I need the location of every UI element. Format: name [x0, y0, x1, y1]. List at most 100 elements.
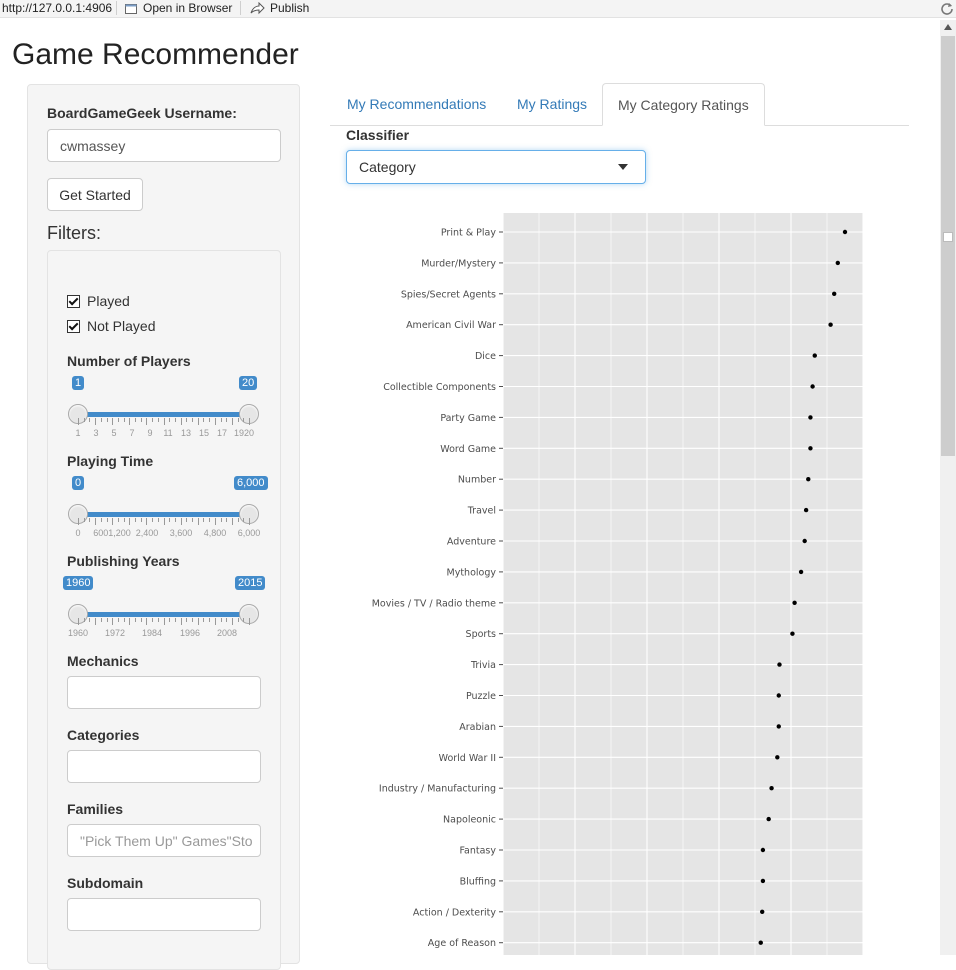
publishing-years-slider[interactable]: 1960 2015 1960 1972 1984 1996 2008 — [63, 576, 267, 656]
slider-tick — [203, 618, 205, 622]
slider-range-bar — [78, 512, 249, 517]
slider-tick — [95, 418, 97, 425]
slider-tick — [140, 618, 142, 622]
mechanics-label: Mechanics — [67, 653, 139, 669]
slider-tick — [169, 618, 171, 622]
mechanics-input[interactable] — [67, 676, 261, 709]
category-label: American Civil War — [406, 320, 496, 331]
category-label: Movies / TV / Radio theme — [372, 598, 496, 609]
rating-point — [760, 909, 765, 914]
tab-my-recommendations[interactable]: My Recommendations — [332, 83, 501, 124]
rating-point — [790, 631, 795, 636]
slider-tick-label: 6001,200 — [93, 528, 131, 538]
slider-tick — [203, 518, 205, 522]
slider-tick — [209, 518, 211, 522]
page-scrollbar[interactable] — [940, 20, 956, 955]
slider-tick — [186, 518, 188, 522]
publish-button[interactable]: Publish — [250, 1, 309, 15]
slider-min-badge: 0 — [72, 476, 85, 490]
checkbox-checked-icon — [67, 294, 80, 308]
players-slider[interactable]: 1 20 1 3 5 7 9 11 13 15 17 1920 — [67, 376, 267, 456]
slider-tick — [100, 518, 102, 522]
category-label: Dice — [475, 351, 496, 362]
slider-tick — [169, 518, 171, 522]
slider-tick — [83, 418, 85, 422]
slider-tick-label: 1984 — [141, 628, 163, 638]
category-label: Murder/Mystery — [421, 258, 496, 269]
subdomain-input[interactable] — [67, 898, 261, 931]
slider-tick — [146, 418, 148, 425]
slider-tick — [146, 518, 148, 525]
category-label: Fantasy — [459, 846, 496, 857]
slider-tick — [100, 618, 102, 622]
slider-tick — [197, 518, 199, 525]
slider-tick — [140, 418, 142, 422]
categories-label: Categories — [67, 727, 140, 743]
slider-tick-label: 3,600 — [169, 528, 193, 538]
families-label: Families — [67, 801, 124, 817]
slider-tick-label: 1920 — [233, 428, 255, 438]
slider-ticks — [78, 618, 250, 626]
slider-tick — [152, 518, 154, 522]
slider-tick — [192, 618, 193, 622]
classifier-select[interactable]: Category — [346, 150, 646, 184]
slider-tick-label: 1960 — [67, 628, 89, 638]
toolbar-divider — [116, 1, 117, 15]
slider-tick — [135, 418, 136, 422]
slider-tick — [197, 418, 199, 425]
slider-tick-label: 4,800 — [203, 528, 227, 538]
slider-tick — [117, 418, 119, 422]
rating-point — [832, 291, 837, 296]
played-checkbox[interactable]: Played — [67, 293, 130, 309]
categories-input[interactable] — [67, 750, 261, 783]
slider-tick — [100, 418, 102, 422]
slider-tick — [214, 418, 216, 425]
category-label: Collectible Components — [383, 382, 496, 393]
category-label: Arabian — [459, 722, 496, 733]
slider-max-badge: 20 — [239, 376, 258, 390]
username-input[interactable]: cwmassey — [47, 129, 281, 162]
rating-point — [808, 415, 813, 420]
publish-label: Publish — [270, 1, 310, 15]
slider-tick — [106, 618, 108, 622]
slider-tick — [135, 618, 136, 622]
playing-time-slider[interactable]: 0 6,000 0 6001,200 2,400 3,600 4,800 6,000 — [67, 476, 268, 556]
slider-tick — [83, 618, 85, 622]
slider-ticks — [78, 418, 250, 426]
slider-tick — [140, 518, 142, 522]
page-title: Game Recommender — [12, 38, 299, 71]
slider-tick — [180, 618, 182, 625]
slider-tick — [237, 518, 239, 522]
not-played-checkbox[interactable]: Not Played — [67, 318, 155, 334]
get-started-button[interactable]: Get Started — [47, 178, 143, 211]
rating-point — [806, 477, 811, 482]
slider-tick — [192, 418, 193, 422]
scroll-up-arrow-icon[interactable] — [944, 24, 952, 30]
rating-point — [758, 940, 763, 945]
not-played-label: Not Played — [87, 318, 156, 334]
families-input[interactable]: "Pick Them Up" Games"Sto — [67, 824, 261, 857]
slider-tick — [123, 618, 125, 622]
slider-tick — [89, 418, 91, 422]
refresh-icon[interactable] — [940, 1, 954, 18]
publish-icon — [250, 1, 265, 15]
rating-point — [775, 755, 780, 760]
slider-max-badge: 6,000 — [234, 476, 268, 490]
category-label: World War II — [439, 753, 496, 764]
slider-tick — [169, 418, 171, 422]
slider-tick — [78, 518, 79, 525]
tab-my-category-ratings[interactable]: My Category Ratings — [602, 83, 765, 126]
rating-point — [776, 693, 781, 698]
username-label: BoardGameGeek Username: — [47, 105, 237, 121]
slider-tick — [95, 518, 97, 525]
slider-tick-label: 2,400 — [135, 528, 159, 538]
sidebar-panel: BoardGameGeek Username: cwmassey Get Sta… — [27, 84, 300, 970]
category-label: Age of Reason — [428, 938, 496, 949]
scrollbar-thumb[interactable] — [941, 36, 955, 456]
slider-tick — [249, 518, 250, 525]
tab-my-ratings[interactable]: My Ratings — [502, 83, 602, 124]
category-label: Print & Play — [441, 228, 496, 239]
slider-tick — [117, 518, 119, 522]
slider-tick — [180, 518, 182, 525]
open-in-browser-button[interactable]: Open in Browser — [124, 1, 232, 15]
